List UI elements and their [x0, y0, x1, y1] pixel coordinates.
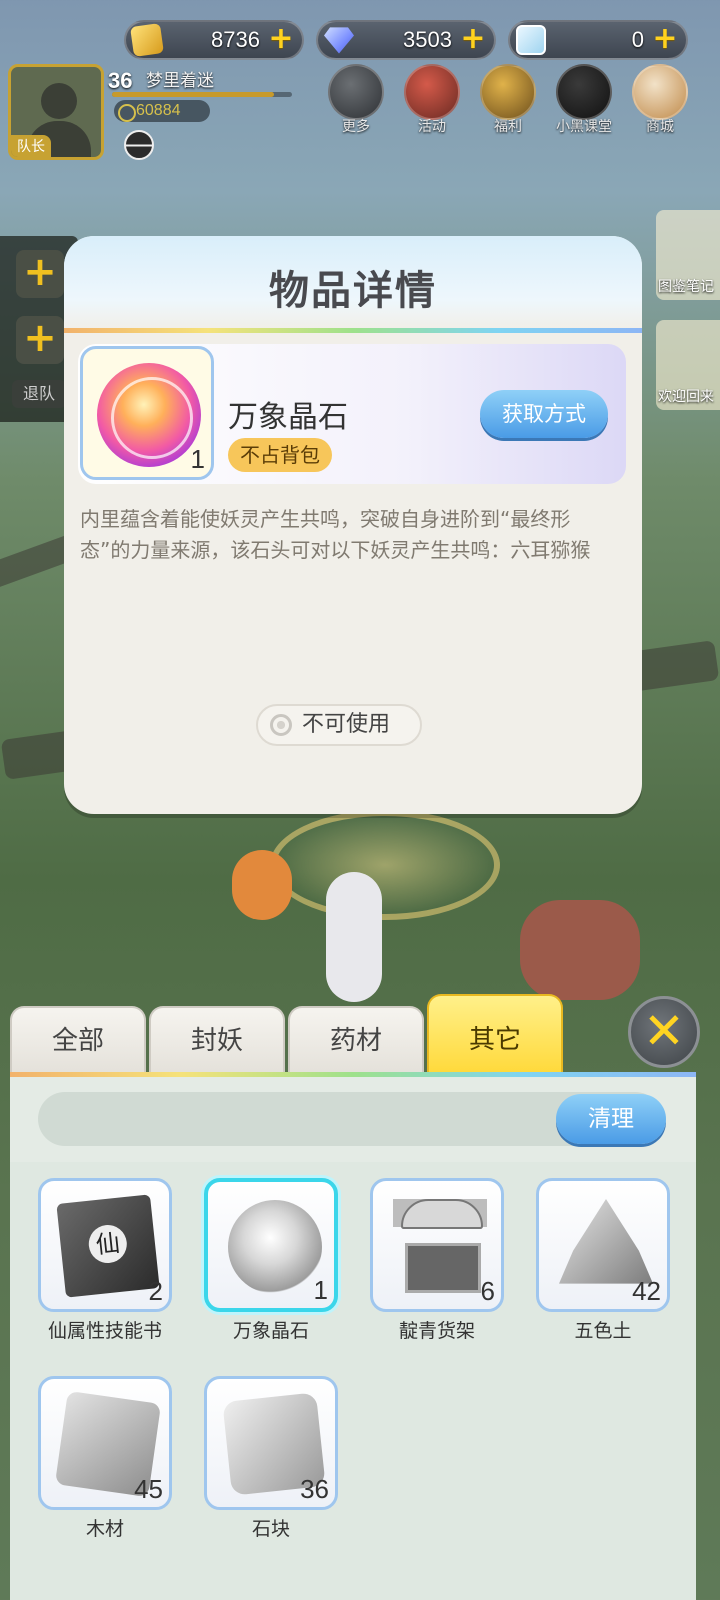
- item-slot-frame: 6: [370, 1178, 504, 1312]
- item-label: 木材: [85, 1518, 124, 1540]
- item-count: 6: [480, 1276, 495, 1306]
- item-count: 45: [134, 1474, 163, 1504]
- bag-tabs: 全部 封妖 药材 其它: [10, 994, 570, 1074]
- rainbow-divider: [10, 1072, 696, 1077]
- player-card[interactable]: 队长 36 梦里着迷 60884: [8, 64, 308, 164]
- magic-circle: [270, 810, 500, 920]
- item-card: 1 万象晶石 不占背包 获取方式: [78, 344, 626, 484]
- combat-power: 60884: [114, 100, 210, 122]
- currency-gold[interactable]: 8736 +: [124, 20, 304, 60]
- tab-seal[interactable]: 封妖: [149, 1006, 285, 1074]
- pokeball-icon[interactable]: [124, 130, 154, 160]
- add-member-button[interactable]: +: [16, 250, 64, 298]
- welcome-back-button[interactable]: 欢迎回来: [656, 320, 720, 410]
- tab-herbs[interactable]: 药材: [288, 1006, 424, 1074]
- player-level: 36: [108, 68, 133, 93]
- player-name: 梦里着迷: [146, 71, 214, 91]
- item-slot-soil[interactable]: 42 五色土: [536, 1178, 670, 1343]
- item-slot-frame: 45: [38, 1376, 172, 1510]
- menu-shop[interactable]: 商城: [630, 64, 690, 136]
- bag-panel: 清理 2 仙属性技能书 1 万象晶石 6 靛青货架 42 五色土 45: [10, 1072, 696, 1600]
- skill-book-icon: [56, 1194, 160, 1298]
- modal-title: 物品详情: [269, 268, 437, 314]
- ticket-icon: [516, 25, 546, 55]
- item-icon-frame: 1: [80, 346, 214, 480]
- menu-label: 福利: [494, 119, 522, 135]
- currency-value: 3503: [403, 27, 452, 52]
- item-slot-frame: 1: [204, 1178, 338, 1312]
- grid-icon: [328, 64, 384, 120]
- diamond-icon: [324, 27, 354, 54]
- add-member-button[interactable]: +: [16, 316, 64, 364]
- add-ticket-button[interactable]: +: [652, 24, 678, 54]
- menu-more[interactable]: 更多: [326, 64, 386, 136]
- currency-value: 0: [631, 27, 644, 52]
- item-slot-wood[interactable]: 45 木材: [38, 1376, 172, 1541]
- npc-character: [520, 900, 640, 1000]
- side-label: 欢迎回来: [658, 389, 714, 405]
- shop-icon: [632, 64, 688, 120]
- add-diamond-button[interactable]: +: [460, 24, 486, 54]
- item-slot-frame: 36: [204, 1376, 338, 1510]
- item-description: 内里蕴含着能使妖灵产生共鸣，突破自身进阶到“最终形态”的力量来源，该石头可对以下…: [80, 507, 591, 562]
- menu-classroom[interactable]: 小黑课堂: [554, 64, 614, 136]
- item-tag: 不占背包: [228, 438, 332, 472]
- tab-other[interactable]: 其它: [427, 994, 563, 1074]
- avatar-head-icon: [41, 83, 77, 119]
- item-slot-stone[interactable]: 36 石块: [204, 1376, 338, 1541]
- menu-label: 更多: [342, 119, 370, 135]
- menu-activity[interactable]: 活动: [402, 64, 462, 136]
- item-count: 36: [300, 1474, 329, 1504]
- item-label: 五色土: [574, 1320, 632, 1342]
- item-slot-frame: 42: [536, 1178, 670, 1312]
- menu-welfare[interactable]: 福利: [478, 64, 538, 136]
- item-slot-frame: 2: [38, 1178, 172, 1312]
- item-slot-skill-book[interactable]: 2 仙属性技能书: [38, 1178, 172, 1343]
- item-slot-crystal[interactable]: 1 万象晶石: [204, 1178, 338, 1343]
- xiaohei-icon: [556, 64, 612, 120]
- item-label: 靛青货架: [398, 1320, 475, 1342]
- crystal-orb-icon: [97, 363, 201, 467]
- quit-team-button[interactable]: 退队: [12, 380, 66, 408]
- side-label: 图鉴笔记: [658, 279, 714, 295]
- menu-label: 活动: [418, 119, 446, 135]
- gold-crystal-icon: [130, 23, 164, 57]
- item-slot-stall[interactable]: 6 靛青货架: [370, 1178, 504, 1343]
- item-count: 1: [190, 444, 205, 474]
- captain-badge: 队长: [11, 135, 51, 157]
- tab-all[interactable]: 全部: [10, 1006, 146, 1074]
- currency-diamond[interactable]: 3503 +: [316, 20, 496, 60]
- unusable-button[interactable]: 不可使用: [256, 704, 422, 746]
- player-character: [326, 872, 382, 1002]
- crystal-orb-icon: [228, 1200, 322, 1294]
- item-label: 仙属性技能书: [47, 1320, 162, 1342]
- rainbow-divider: [64, 328, 642, 333]
- item-label: 石块: [251, 1518, 290, 1540]
- clean-button[interactable]: 清理: [556, 1094, 666, 1144]
- item-detail-modal: 物品详情 1 万象晶石 不占背包 获取方式 内里蕴含着能使妖灵产生共鸣，突破自身…: [64, 236, 642, 814]
- pet-character: [232, 850, 292, 920]
- disabled-icon: [270, 714, 292, 736]
- market-stall-icon: [393, 1199, 487, 1293]
- item-count: 42: [632, 1276, 661, 1306]
- unusable-label: 不可使用: [302, 712, 391, 737]
- avatar[interactable]: 队长: [8, 64, 104, 160]
- add-gold-button[interactable]: +: [268, 24, 294, 54]
- welfare-chest-icon: [480, 64, 536, 120]
- item-name: 万象晶石: [228, 400, 348, 435]
- item-count: 2: [148, 1276, 163, 1306]
- close-icon[interactable]: ✕: [628, 996, 700, 1068]
- item-label: 万象晶石: [232, 1320, 309, 1342]
- exp-bar: [112, 92, 292, 97]
- modal-header: 物品详情: [64, 236, 642, 328]
- obtain-method-button[interactable]: 获取方式: [480, 390, 608, 438]
- menu-label: 商城: [646, 119, 674, 135]
- currency-value: 8736: [211, 27, 260, 52]
- gift-icon: [404, 64, 460, 120]
- item-count: 1: [313, 1275, 328, 1305]
- currency-ticket[interactable]: 0 +: [508, 20, 688, 60]
- menu-label: 小黑课堂: [556, 119, 612, 135]
- illustrated-notes-button[interactable]: 图鉴笔记: [656, 210, 720, 300]
